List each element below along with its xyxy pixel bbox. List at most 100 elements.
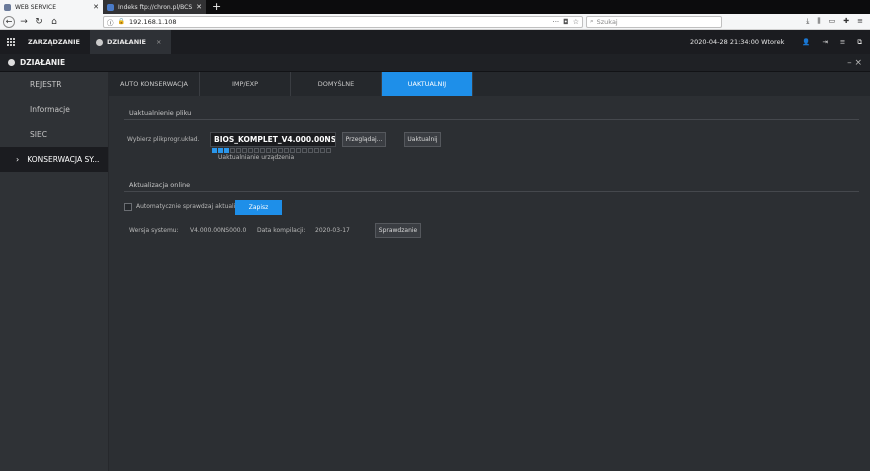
save-button[interactable]: Zapisz: [235, 200, 282, 215]
window-controls[interactable]: – ×: [847, 58, 862, 68]
progress-segment: [278, 148, 283, 153]
online-update-title: Aktualizacja online: [129, 181, 191, 189]
browse-button[interactable]: Przeglądaj...: [342, 132, 386, 147]
progress-segment: [242, 148, 247, 153]
address-text[interactable]: 192.168.1.108: [129, 18, 549, 26]
extension-icon[interactable]: ✚: [843, 17, 849, 26]
divider: [124, 119, 859, 120]
section-title: DZIAŁANIE: [20, 58, 66, 67]
page-actions-button[interactable]: ···: [552, 18, 559, 26]
chevron-right-icon: ›: [16, 155, 20, 164]
operation-icon: [8, 59, 15, 66]
update-button[interactable]: Uaktualnij: [404, 132, 441, 147]
sidebar-item-label: SIEC: [30, 130, 47, 139]
browser-nav-bar: ← → ↻ ⌂ ⓘ 🔒 192.168.1.108 ··· ◘ ☆ ⌕ Szuk…: [0, 14, 870, 30]
search-icon: ⌕: [590, 17, 594, 25]
close-icon[interactable]: ✕: [93, 3, 99, 11]
pocket-icon[interactable]: ◘: [563, 18, 569, 26]
progress-segment: [272, 148, 277, 153]
tab-import-export[interactable]: IMP/EXP: [200, 72, 291, 96]
section-title-bar: DZIAŁANIE – ×: [0, 54, 870, 72]
nav-operation-label: DZIAŁANIE: [106, 38, 146, 46]
progress-segment: [236, 148, 241, 153]
progress-segment: [224, 148, 229, 153]
progress-segment: [260, 148, 265, 153]
select-file-label: Wybierz plikprogr.układ.: [127, 136, 200, 143]
progress-segment: [296, 148, 301, 153]
info-icon[interactable]: ⓘ: [107, 17, 114, 27]
close-icon[interactable]: ✕: [196, 3, 202, 11]
sidebar-item-label: KONSERWACJA SY...: [27, 155, 100, 164]
home-icon[interactable]: ⌂: [48, 17, 60, 27]
progress-segment: [212, 148, 217, 153]
tab-bar: AUTO KONSERWACJA IMP/EXP DOMYŚLNE UAKTUA…: [109, 72, 870, 96]
sidebar-item-log[interactable]: REJESTR: [0, 72, 108, 97]
browser-tab-web-service[interactable]: WEB SERVICE ✕: [0, 0, 103, 14]
header-tools: 2020-04-28 21:34:00 Wtorek 👤 ⇥ ≡ ⧉: [690, 38, 870, 47]
sidebar: REJESTR Informacje SIEC › KONSERWACJA SY…: [0, 72, 109, 471]
app-grid-button[interactable]: [0, 37, 22, 47]
sidebar-item-system-maintenance[interactable]: › KONSERWACJA SY...: [0, 147, 108, 172]
sidebar-item-label: REJESTR: [30, 80, 62, 89]
tab-label: IMP/EXP: [231, 80, 259, 88]
reload-icon[interactable]: ↻: [33, 17, 45, 27]
library-icon[interactable]: ⫼: [817, 17, 820, 26]
build-date-label: Data kompilacji:: [257, 227, 306, 234]
progress-segment: [254, 148, 259, 153]
browser-toolbar: ⤓ ⫼ ▭ ✚ ≡: [806, 17, 867, 26]
forward-icon[interactable]: →: [18, 17, 30, 27]
tab-default[interactable]: DOMYŚLNE: [291, 72, 382, 96]
close-icon[interactable]: ×: [156, 38, 161, 46]
progress-segment: [230, 148, 235, 153]
menu-icon[interactable]: ≡: [857, 17, 863, 26]
address-bar[interactable]: ⓘ 🔒 192.168.1.108 ··· ◘ ☆: [103, 15, 583, 28]
browser-tab-title: WEB SERVICE: [15, 3, 57, 11]
search-placeholder: Szukaj: [596, 17, 618, 26]
progress-segment: [314, 148, 319, 153]
datetime: 2020-04-28 21:34:00 Wtorek: [689, 38, 785, 46]
browser-tab-title: Indeks ftp://chron.pl/BCS/FIRM: [118, 3, 193, 11]
tab-auto-maintenance[interactable]: AUTO KONSERWACJA: [109, 72, 200, 96]
app-header: ZARZĄDZANIE DZIAŁANIE × 2020-04-28 21:34…: [0, 30, 870, 54]
divider: [124, 191, 859, 192]
progress-segment: [248, 148, 253, 153]
build-date-value: 2020-03-17: [315, 227, 350, 234]
sidebar-item-info[interactable]: Informacje: [0, 97, 108, 122]
sidebar-icon[interactable]: ▭: [829, 17, 836, 26]
sidebar-item-label: Informacje: [30, 105, 70, 114]
progress-segment: [302, 148, 307, 153]
browser-tab-ftp-index[interactable]: Indeks ftp://chron.pl/BCS/FIRM ✕: [103, 0, 206, 14]
fullscreen-icon[interactable]: ⧉: [857, 38, 862, 47]
user-icon[interactable]: 👤: [802, 38, 810, 46]
auto-check-checkbox[interactable]: [124, 203, 132, 211]
progress-segment: [308, 148, 313, 153]
bookmark-star-icon[interactable]: ☆: [573, 18, 579, 26]
logout-icon[interactable]: ⇥: [822, 38, 827, 46]
grid-icon: [6, 37, 16, 47]
check-button[interactable]: Sprawdzanie: [375, 223, 421, 238]
file-path-field[interactable]: BIOS_KOMPLET_V4.000.00NS000.0.: [210, 132, 336, 147]
progress-segment: [326, 148, 331, 153]
file-update-title: Uaktualnienie pliku: [129, 109, 192, 117]
menu-icon[interactable]: ≡: [840, 38, 845, 46]
browser-tab-strip: WEB SERVICE ✕ Indeks ftp://chron.pl/BCS/…: [0, 0, 870, 14]
sidebar-item-network[interactable]: SIEC: [0, 122, 108, 147]
nav-manage[interactable]: ZARZĄDZANIE: [22, 30, 90, 54]
search-box[interactable]: ⌕ Szukaj: [586, 15, 722, 28]
operation-icon: [95, 38, 103, 46]
progress-segment: [284, 148, 289, 153]
tab-update[interactable]: UAKTUALNIJ: [382, 72, 473, 96]
download-icon[interactable]: ⤓: [806, 17, 809, 26]
update-progress-bar: [212, 148, 331, 153]
nav-operation[interactable]: DZIAŁANIE ×: [89, 30, 172, 54]
main-panel: AUTO KONSERWACJA IMP/EXP DOMYŚLNE UAKTUA…: [109, 72, 870, 471]
insecure-lock-icon: 🔒: [117, 18, 125, 25]
nav-manage-label: ZARZĄDZANIE: [28, 38, 80, 46]
progress-segment: [320, 148, 325, 153]
new-tab-button[interactable]: +: [206, 0, 227, 14]
back-icon[interactable]: ←: [3, 15, 15, 28]
progress-segment: [218, 148, 223, 153]
progress-segment: [290, 148, 295, 153]
page-icon: [107, 3, 114, 11]
tab-label: UAKTUALNIJ: [407, 80, 447, 88]
